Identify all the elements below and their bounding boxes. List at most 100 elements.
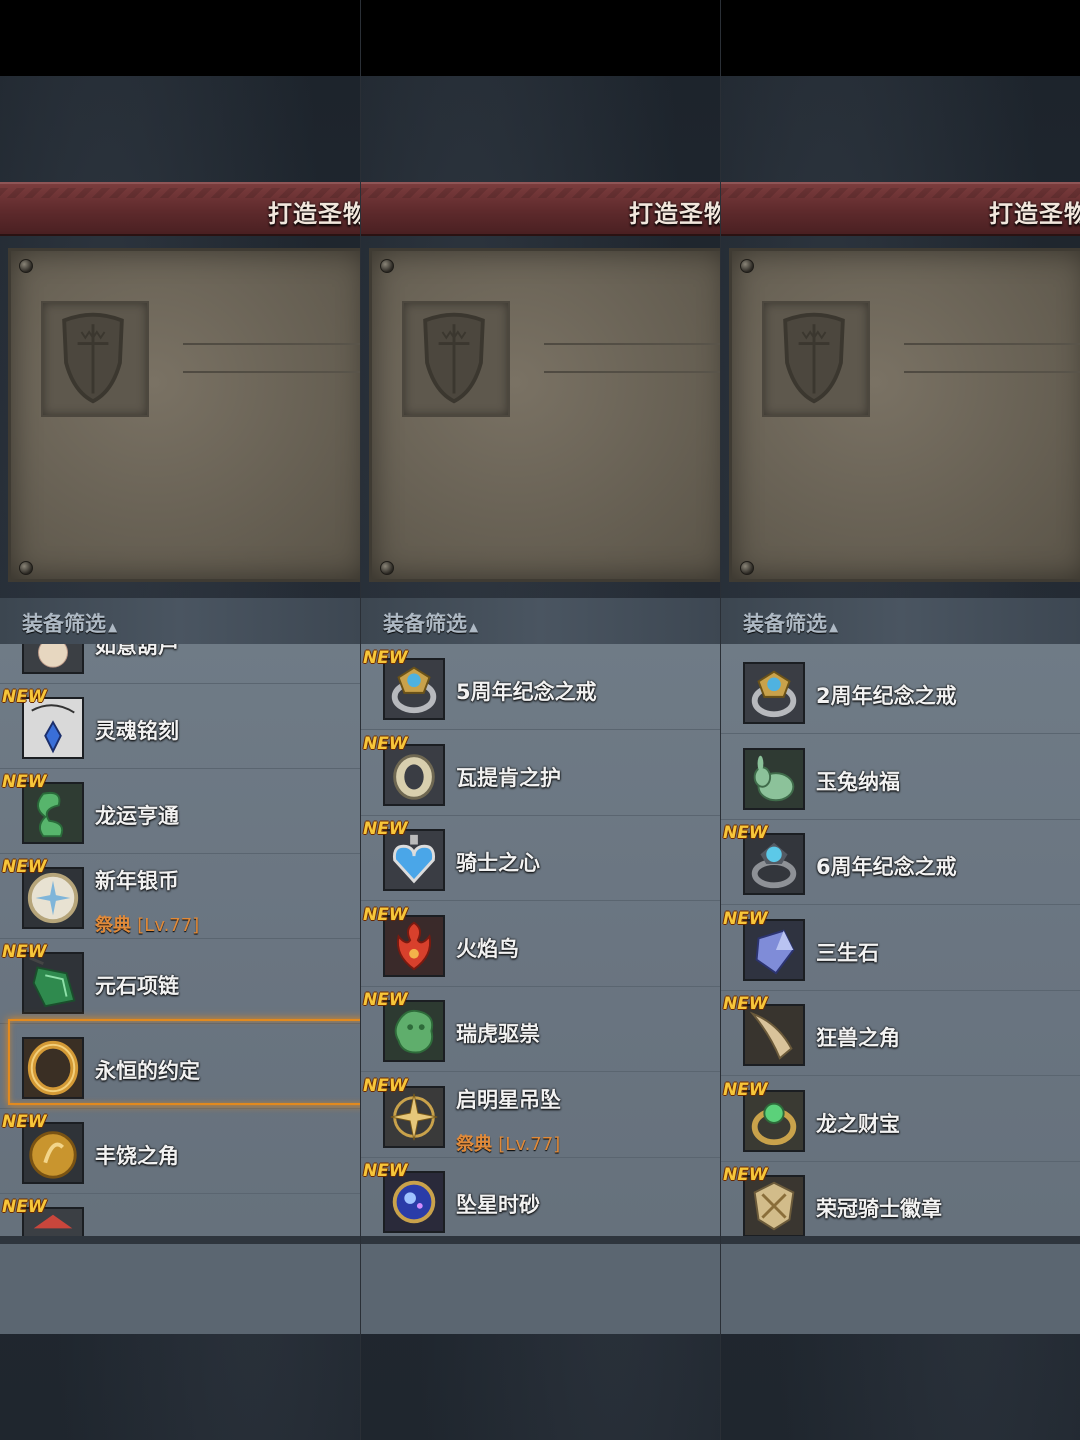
festival-tag: 祭典 [Lv.77] bbox=[456, 1130, 560, 1156]
rivet-icon bbox=[740, 561, 754, 575]
panel-1: 打造圣物 装备筛选 ▲ 如意葫芦 NEW 灵魂铭刻 NEW 龙运亨通 NEW 新年银币 祭典 [Lv… bbox=[0, 0, 360, 1440]
equipment-slot[interactable] bbox=[41, 301, 149, 417]
info-line bbox=[544, 343, 720, 345]
new-badge: NEW bbox=[363, 1161, 408, 1181]
equipment-slot[interactable] bbox=[762, 301, 870, 417]
item-name: 瑞虎驱祟 bbox=[456, 1022, 540, 1046]
new-badge: NEW bbox=[2, 942, 47, 962]
list-item[interactable]: 2周年纪念之戒 bbox=[721, 650, 1080, 734]
title-bar: 打造圣物 bbox=[721, 182, 1080, 236]
filter-label-text: 装备筛选 bbox=[22, 612, 106, 636]
preview-plate bbox=[729, 248, 1080, 582]
item-name: 6周年纪念之戒 bbox=[816, 855, 957, 879]
title-bar: 打造圣物 bbox=[361, 182, 720, 236]
list-item[interactable]: NEW 三生石 bbox=[721, 907, 1080, 991]
item-name: 玉兔纳福 bbox=[816, 769, 900, 794]
filter-label[interactable]: 装备筛选 ▲ bbox=[383, 608, 478, 638]
item-name: 火焰鸟 bbox=[456, 936, 519, 961]
item-name: 启明星吊坠 bbox=[456, 1087, 561, 1112]
panel-3: 打造圣物 装备筛选 ▲ 2周年纪念之戒 玉兔纳福 NEW 6周年纪念之戒 NEW 三生石 NEW 狂… bbox=[720, 0, 1080, 1440]
lower-area bbox=[721, 1244, 1080, 1334]
panel-2: 打造圣物 装备筛选 ▲ NEW 5周年纪念之戒 NEW 瓦提肯之护 NEW 骑士之心 NEW 火焰鸟… bbox=[360, 0, 720, 1440]
rivet-icon bbox=[740, 259, 754, 273]
triangle-up-icon: ▲ bbox=[108, 620, 118, 634]
list-item[interactable]: NEW 龙运亨通 bbox=[0, 770, 360, 854]
item-name: 骑士之心 bbox=[456, 851, 540, 875]
shield-icon bbox=[62, 312, 124, 404]
equipment-list[interactable]: 2周年纪念之戒 玉兔纳福 NEW 6周年纪念之戒 NEW 三生石 NEW 狂兽之角 NEW 龙之财… bbox=[721, 644, 1080, 1236]
tag-level: [Lv.77] bbox=[137, 915, 200, 936]
new-badge: NEW bbox=[363, 733, 408, 754]
info-line bbox=[544, 371, 720, 373]
item-name: 荣冠骑士徽章 bbox=[816, 1197, 942, 1221]
equipment-list[interactable]: NEW 5周年纪念之戒 NEW 瓦提肯之护 NEW 骑士之心 NEW 火焰鸟 NEW 瑞虎驱祟 NE… bbox=[361, 644, 720, 1236]
new-badge: NEW bbox=[723, 1165, 768, 1185]
selection-highlight bbox=[8, 1019, 360, 1105]
new-badge: NEW bbox=[723, 908, 768, 929]
list-item[interactable]: NEW 荣冠骑士徽章 bbox=[721, 1163, 1080, 1236]
list-item[interactable]: NEW 瓦提肯之护 bbox=[361, 732, 720, 816]
list-item[interactable]: NEW 新年银币祭典 [Lv.77] bbox=[0, 855, 360, 939]
list-item[interactable]: NEW 龙之财宝 bbox=[721, 1078, 1080, 1162]
page-title: 打造圣物 bbox=[989, 200, 1080, 228]
rivet-icon bbox=[380, 259, 394, 273]
equipment-filter[interactable]: 装备筛选 ▲ bbox=[361, 598, 720, 644]
item-name: 新年银币 bbox=[95, 869, 179, 893]
shield-icon bbox=[423, 312, 485, 404]
list-item[interactable]: NEW 元石项链 bbox=[0, 940, 360, 1024]
list-item[interactable]: NEW 瑞虎驱祟 bbox=[361, 988, 720, 1072]
info-line bbox=[904, 371, 1080, 373]
item-name: 2周年纪念之戒 bbox=[816, 684, 957, 708]
item-name: 瓦提肯之护 bbox=[456, 765, 561, 790]
list-item[interactable]: NEW 5周年纪念之戒 bbox=[361, 646, 720, 730]
new-badge: NEW bbox=[2, 687, 47, 707]
tag-label: 祭典 bbox=[456, 1133, 492, 1155]
equipment-filter[interactable]: 装备筛选 ▲ bbox=[721, 598, 1080, 644]
list-item[interactable]: NEW bbox=[0, 1195, 360, 1236]
list-item[interactable]: NEW 坠星时砂 bbox=[361, 1159, 720, 1236]
list-item[interactable]: NEW 启明星吊坠祭典 [Lv.77] bbox=[361, 1074, 720, 1158]
new-badge: NEW bbox=[363, 1075, 408, 1096]
item-name: 灵魂铭刻 bbox=[95, 719, 179, 743]
filter-label[interactable]: 装备筛选 ▲ bbox=[22, 608, 117, 638]
page-title: 打造圣物 bbox=[268, 200, 360, 228]
new-badge: NEW bbox=[2, 857, 47, 877]
item-name: 坠星时砂 bbox=[456, 1193, 540, 1217]
item-name: 如意葫芦 bbox=[95, 644, 179, 658]
list-item[interactable]: NEW 丰饶之角 bbox=[0, 1110, 360, 1194]
list-item[interactable]: NEW 灵魂铭刻 bbox=[0, 685, 360, 769]
lower-area bbox=[361, 1244, 720, 1334]
equipment-slot[interactable] bbox=[402, 301, 510, 417]
jade-rabbit-icon bbox=[743, 747, 805, 810]
list-item[interactable]: NEW 狂兽之角 bbox=[721, 992, 1080, 1076]
filter-label[interactable]: 装备筛选 ▲ bbox=[743, 608, 838, 638]
new-badge: NEW bbox=[363, 904, 408, 925]
filter-label-text: 装备筛选 bbox=[383, 612, 467, 636]
equipment-list[interactable]: 如意葫芦 NEW 灵魂铭刻 NEW 龙运亨通 NEW 新年银币 祭典 [Lv.77] NEW 元石… bbox=[0, 644, 360, 1236]
list-item[interactable]: NEW 骑士之心 bbox=[361, 817, 720, 901]
list-bottom-border bbox=[0, 1236, 360, 1244]
item-name: 5周年纪念之戒 bbox=[456, 680, 597, 704]
tag-label: 祭典 bbox=[95, 915, 131, 936]
list-item[interactable]: 如意葫芦 bbox=[0, 644, 360, 684]
new-badge: NEW bbox=[723, 994, 768, 1014]
info-line bbox=[183, 371, 360, 373]
equipment-filter[interactable]: 装备筛选 ▲ bbox=[0, 598, 360, 644]
festival-tag: 祭典 [Lv.77] bbox=[95, 911, 199, 937]
anniversary-ring-icon bbox=[743, 662, 805, 724]
item-name: 龙之财宝 bbox=[816, 1111, 900, 1136]
info-line bbox=[904, 343, 1080, 345]
new-badge: NEW bbox=[2, 1197, 47, 1217]
list-bottom-border bbox=[721, 1236, 1080, 1244]
list-item[interactable]: NEW 火焰鸟 bbox=[361, 903, 720, 987]
rivet-icon bbox=[380, 561, 394, 575]
list-item[interactable]: 玉兔纳福 bbox=[721, 736, 1080, 820]
list-item[interactable]: NEW 6周年纪念之戒 bbox=[721, 821, 1080, 905]
item-name: 龙运亨通 bbox=[95, 804, 179, 828]
new-badge: NEW bbox=[2, 1112, 47, 1132]
item-name: 元石项链 bbox=[95, 974, 179, 998]
triangle-up-icon: ▲ bbox=[469, 620, 479, 634]
rivet-icon bbox=[19, 259, 33, 273]
item-name: 丰饶之角 bbox=[95, 1144, 179, 1168]
lower-area bbox=[0, 1244, 360, 1334]
